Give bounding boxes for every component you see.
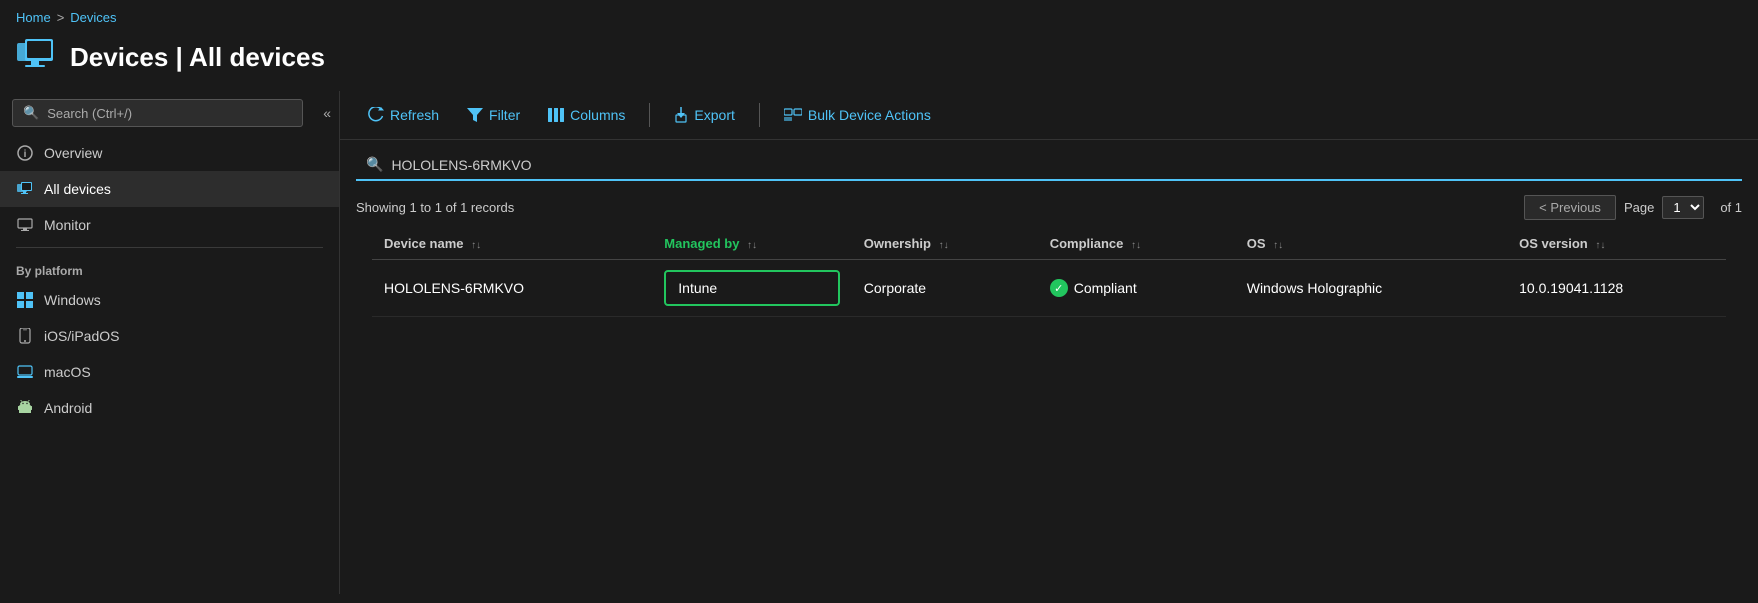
filter-button[interactable]: Filter [455, 101, 532, 129]
sidebar-search[interactable]: 🔍 Search (Ctrl+/) [12, 99, 303, 127]
sort-icon-managed-by: ↑↓ [747, 240, 757, 251]
header-row: Device name ↑↓ Managed by ↑↓ Ownership ↑… [372, 228, 1726, 260]
page-icon [16, 37, 56, 77]
sidebar-item-ios[interactable]: iOS/iPadOS [0, 318, 339, 354]
breadcrumb-sep: > [57, 10, 65, 25]
by-platform-label: By platform [0, 252, 339, 282]
content-area: Refresh Filter Columns [340, 91, 1758, 594]
table-container: Device name ↑↓ Managed by ↑↓ Ownership ↑… [340, 228, 1758, 317]
sidebar-item-monitor[interactable]: Monitor [0, 207, 339, 243]
compliance-badge: ✓ Compliant [1050, 279, 1223, 297]
sidebar-item-macos[interactable]: macOS [0, 354, 339, 390]
col-managed-by[interactable]: Managed by ↑↓ [652, 228, 851, 260]
sort-icon-os: ↑↓ [1273, 240, 1283, 251]
sort-icon-ownership: ↑↓ [939, 240, 949, 251]
sidebar: 🔍 Search (Ctrl+/) « i Overview [0, 91, 340, 594]
pagination: < Previous Page 1 of 1 [1524, 195, 1742, 220]
refresh-icon [368, 107, 384, 123]
sidebar-item-monitor-label: Monitor [44, 217, 91, 233]
breadcrumb: Home > Devices [0, 0, 1758, 29]
sidebar-item-windows-label: Windows [44, 292, 101, 308]
device-search-value: HOLOLENS-6RMKVO [391, 157, 531, 173]
col-device-name[interactable]: Device name ↑↓ [372, 228, 652, 260]
previous-button[interactable]: < Previous [1524, 195, 1616, 220]
search-placeholder: Search (Ctrl+/) [47, 106, 132, 121]
search-icon: 🔍 [23, 105, 39, 121]
ios-icon [16, 327, 34, 345]
col-os-version[interactable]: OS version ↑↓ [1507, 228, 1726, 260]
toolbar-divider-1 [649, 103, 650, 127]
sidebar-item-windows[interactable]: Windows [0, 282, 339, 318]
export-icon [674, 107, 688, 123]
cell-device-name: HOLOLENS-6RMKVO [372, 260, 652, 317]
sidebar-item-all-devices[interactable]: All devices [0, 171, 339, 207]
macos-icon [16, 363, 34, 381]
svg-text:i: i [24, 149, 27, 160]
monitor-icon [16, 216, 34, 234]
devices-table: Device name ↑↓ Managed by ↑↓ Ownership ↑… [372, 228, 1726, 317]
col-ownership[interactable]: Ownership ↑↓ [852, 228, 1038, 260]
sidebar-item-macos-label: macOS [44, 364, 91, 380]
cell-managed-by: Intune [652, 260, 851, 317]
cell-ownership: Corporate [852, 260, 1038, 317]
table-header: Device name ↑↓ Managed by ↑↓ Ownership ↑… [372, 228, 1726, 260]
cell-compliance: ✓ Compliant [1038, 260, 1235, 317]
android-icon [16, 399, 34, 417]
refresh-button[interactable]: Refresh [356, 101, 451, 129]
col-os[interactable]: OS ↑↓ [1235, 228, 1507, 260]
platform-divider [16, 247, 323, 248]
sidebar-item-overview[interactable]: i Overview [0, 135, 339, 171]
cell-os: Windows Holographic [1235, 260, 1507, 317]
sidebar-item-android[interactable]: Android [0, 390, 339, 426]
filter-icon [467, 108, 483, 122]
compliance-text: Compliant [1074, 280, 1137, 296]
sidebar-item-overview-label: Overview [44, 145, 102, 161]
columns-icon [548, 108, 564, 122]
of-label: of 1 [1720, 200, 1742, 215]
sidebar-item-android-label: Android [44, 400, 92, 416]
all-devices-icon [16, 180, 34, 198]
managed-by-highlighted: Intune [664, 270, 839, 306]
col-compliance[interactable]: Compliance ↑↓ [1038, 228, 1235, 260]
sort-icon-device-name: ↑↓ [471, 240, 481, 251]
sidebar-item-all-devices-label: All devices [44, 181, 111, 197]
main-layout: 🔍 Search (Ctrl+/) « i Overview [0, 91, 1758, 594]
page-title: Devices | All devices [70, 42, 325, 73]
table-body: HOLOLENS-6RMKVO Intune Corporate ✓ Compl… [372, 260, 1726, 317]
results-text: Showing 1 to 1 of 1 records [356, 200, 514, 215]
page-label: Page [1624, 200, 1654, 215]
compliant-icon: ✓ [1050, 279, 1068, 297]
windows-icon [16, 291, 34, 309]
sort-icon-compliance: ↑↓ [1131, 240, 1141, 251]
results-info-bar: Showing 1 to 1 of 1 records < Previous P… [340, 191, 1758, 228]
sidebar-nav: i Overview All devices [0, 135, 339, 594]
toolbar-divider-2 [759, 103, 760, 127]
sidebar-item-ios-label: iOS/iPadOS [44, 328, 119, 344]
device-search-icon: 🔍 [366, 156, 383, 173]
sort-icon-os-version: ↑↓ [1595, 240, 1605, 251]
collapse-button[interactable]: « [315, 101, 339, 125]
columns-button[interactable]: Columns [536, 101, 637, 129]
page-header: Devices | All devices [0, 29, 1758, 91]
export-button[interactable]: Export [662, 101, 746, 129]
toolbar: Refresh Filter Columns [340, 91, 1758, 140]
breadcrumb-devices[interactable]: Devices [70, 10, 116, 25]
overview-icon: i [16, 144, 34, 162]
page-select[interactable]: 1 [1662, 196, 1704, 219]
bulk-actions-icon [784, 108, 802, 122]
bulk-actions-button[interactable]: Bulk Device Actions [772, 101, 943, 129]
breadcrumb-home[interactable]: Home [16, 10, 51, 25]
device-search-bar[interactable]: 🔍 HOLOLENS-6RMKVO [356, 150, 1742, 181]
table-row[interactable]: HOLOLENS-6RMKVO Intune Corporate ✓ Compl… [372, 260, 1726, 317]
cell-os-version: 10.0.19041.1128 [1507, 260, 1726, 317]
